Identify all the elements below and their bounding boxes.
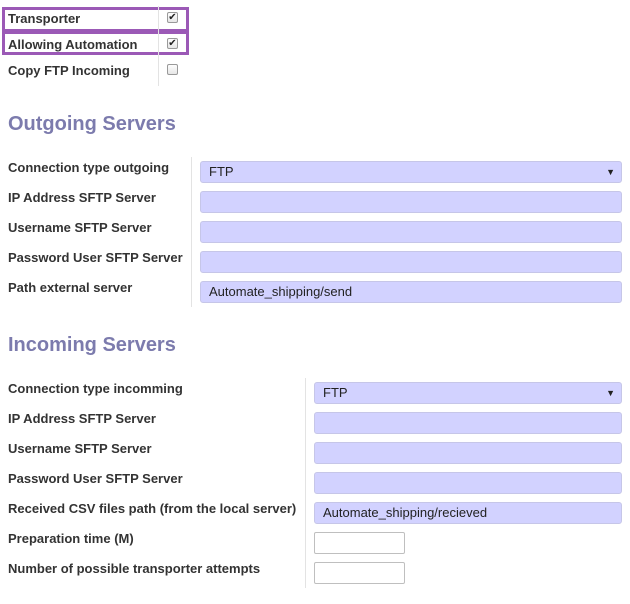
- incoming-ip-address-input[interactable]: [314, 412, 622, 434]
- transporter-attempts-label: Number of possible transporter attempts: [8, 561, 261, 576]
- incoming-password-input[interactable]: [314, 472, 622, 494]
- outgoing-username-label: Username SFTP Server: [8, 220, 152, 235]
- transporter-label: Transporter: [8, 11, 81, 26]
- outgoing-servers-title: Outgoing Servers: [8, 113, 176, 135]
- incoming-ip-address-label: IP Address SFTP Server: [8, 411, 156, 426]
- outgoing-ip-address-label: IP Address SFTP Server: [8, 190, 156, 205]
- preparation-time-input[interactable]: [314, 532, 405, 554]
- outgoing-path-label: Path external server: [8, 280, 133, 295]
- outgoing-connection-type-label: Connection type outgoing: [8, 160, 170, 175]
- incoming-csv-path-input[interactable]: Automate_shipping/recieved: [314, 502, 622, 524]
- transporter-checkbox[interactable]: ✔: [167, 12, 178, 23]
- allowing-automation-label: Allowing Automation: [8, 37, 138, 52]
- incoming-username-input[interactable]: [314, 442, 622, 464]
- check-icon: ✔: [168, 38, 177, 49]
- caret-down-icon: ▼: [606, 167, 615, 177]
- top-flags-separator: [158, 6, 159, 86]
- outgoing-separator: [191, 157, 192, 307]
- transporter-attempts-input[interactable]: [314, 562, 405, 584]
- incoming-username-label: Username SFTP Server: [8, 441, 152, 456]
- copy-ftp-incoming-checkbox[interactable]: [167, 64, 178, 75]
- outgoing-password-input[interactable]: [200, 251, 622, 273]
- check-icon: ✔: [168, 12, 177, 23]
- incoming-servers-title: Incoming Servers: [8, 334, 176, 356]
- incoming-separator: [305, 378, 306, 588]
- allowing-automation-checkbox[interactable]: ✔: [167, 38, 178, 49]
- incoming-password-label: Password User SFTP Server: [8, 471, 183, 486]
- outgoing-connection-type-select[interactable]: FTP ▼: [200, 161, 622, 183]
- copy-ftp-incoming-label: Copy FTP Incoming: [8, 63, 130, 78]
- incoming-connection-type-value: FTP: [323, 385, 348, 400]
- preparation-time-label: Preparation time (M): [8, 531, 134, 546]
- incoming-connection-type-select[interactable]: FTP ▼: [314, 382, 622, 404]
- incoming-csv-path-label: Received CSV files path (from the local …: [8, 501, 297, 516]
- outgoing-connection-type-value: FTP: [209, 164, 234, 179]
- caret-down-icon: ▼: [606, 388, 615, 398]
- outgoing-path-input[interactable]: Automate_shipping/send: [200, 281, 622, 303]
- outgoing-ip-address-input[interactable]: [200, 191, 622, 213]
- incoming-connection-type-label: Connection type incomming: [8, 381, 183, 396]
- outgoing-username-input[interactable]: [200, 221, 622, 243]
- outgoing-password-label: Password User SFTP Server: [8, 250, 183, 265]
